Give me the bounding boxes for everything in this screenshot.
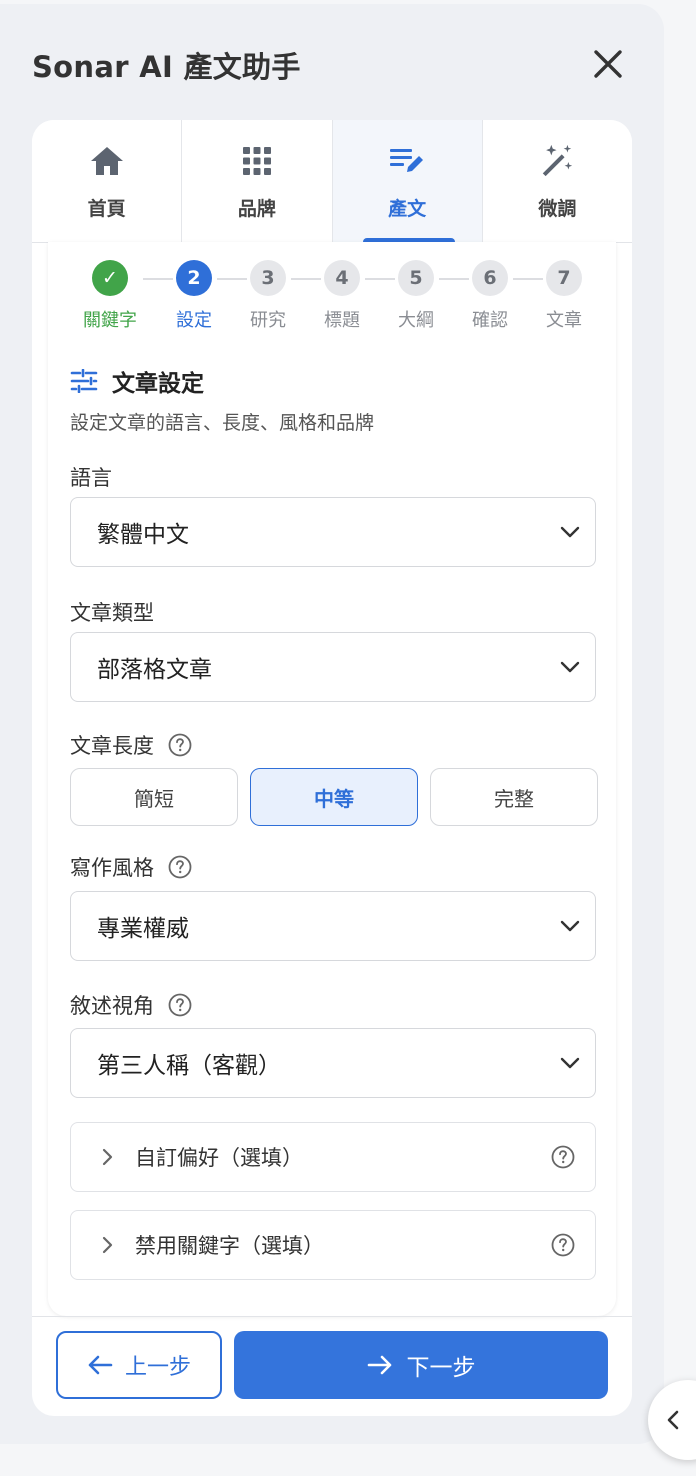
step-article: 7 文章	[529, 260, 599, 332]
article-type-select[interactable]: 部落格文章	[70, 632, 596, 702]
chevron-right-icon	[102, 1148, 113, 1166]
chevron-down-icon	[560, 526, 580, 538]
type-label-text: 文章類型	[70, 601, 154, 625]
magic-wand-icon	[543, 144, 573, 177]
step-research: 3 研究	[233, 260, 303, 332]
check-icon: ✓	[92, 260, 128, 296]
back-button[interactable]: 上一步	[56, 1331, 222, 1399]
style-label-text: 寫作風格	[70, 856, 154, 880]
step-keywords[interactable]: ✓ 關鍵字	[75, 260, 145, 332]
step-label: 設定	[176, 310, 212, 331]
close-icon	[594, 50, 622, 78]
main-card: 首頁 品牌 產文 微調 ✓ 關鍵字 2 設定 3 研究 4 標題 5 大綱 6 …	[32, 120, 632, 1416]
style-label: 寫作風格	[70, 852, 192, 882]
help-icon[interactable]	[168, 855, 192, 879]
length-short-option[interactable]: 簡短	[70, 768, 238, 826]
custom-preferences-label: 自訂偏好（選填）	[135, 1146, 303, 1170]
tab-bar: 首頁 品牌 產文 微調	[32, 120, 632, 243]
help-icon[interactable]	[551, 1145, 575, 1169]
panel-title: Sonar AI 產文助手	[32, 50, 301, 84]
footer-divider	[32, 1316, 632, 1317]
language-select[interactable]: 繁體中文	[70, 497, 596, 567]
tab-brand[interactable]: 品牌	[182, 120, 333, 242]
length-label: 文章長度	[70, 730, 192, 760]
section-description: 設定文章的語言、長度、風格和品牌	[70, 412, 375, 434]
step-label: 關鍵字	[83, 310, 137, 331]
progress-stepper: ✓ 關鍵字 2 設定 3 研究 4 標題 5 大綱 6 確認 7 文章	[48, 260, 616, 340]
perspective-select[interactable]: 第三人稱（客觀）	[70, 1028, 596, 1098]
help-icon[interactable]	[551, 1233, 575, 1257]
step-number: 2	[176, 260, 212, 296]
language-label-text: 語言	[70, 466, 112, 490]
step-settings[interactable]: 2 設定	[159, 260, 229, 332]
step-number: 7	[546, 260, 582, 296]
step-label: 確認	[472, 310, 508, 331]
close-button[interactable]	[588, 44, 628, 84]
tab-brand-label: 品牌	[237, 198, 276, 220]
help-icon[interactable]	[168, 733, 192, 757]
tab-write-label: 產文	[388, 198, 427, 220]
arrow-right-icon	[367, 1355, 391, 1375]
sliders-icon	[70, 369, 98, 393]
chevron-left-icon	[667, 1410, 679, 1430]
tab-home[interactable]: 首頁	[32, 120, 183, 242]
banned-keywords-collapse[interactable]: 禁用關鍵字（選填）	[70, 1210, 596, 1280]
help-icon[interactable]	[168, 993, 192, 1017]
perspective-value: 第三人稱（客觀）	[97, 1053, 281, 1079]
tab-tune[interactable]: 微調	[482, 120, 632, 242]
step-label: 標題	[324, 310, 360, 331]
article-type-value: 部落格文章	[97, 657, 212, 683]
grid-icon	[242, 147, 271, 175]
step-number: 3	[250, 260, 286, 296]
type-label: 文章類型	[70, 597, 154, 627]
step-label: 研究	[250, 310, 286, 331]
next-button[interactable]: 下一步	[234, 1331, 608, 1399]
chevron-down-icon	[560, 661, 580, 673]
chevron-down-icon	[560, 920, 580, 932]
side-panel: Sonar AI 產文助手 首頁 品牌 產文 微調 ✓ 關鍵字 2 設定 3 研…	[0, 4, 664, 1444]
step-label: 大綱	[398, 310, 434, 331]
perspective-label-text: 敘述視角	[70, 994, 154, 1018]
tab-tune-label: 微調	[538, 198, 577, 220]
tab-write[interactable]: 產文	[332, 120, 483, 243]
perspective-label: 敘述視角	[70, 990, 192, 1020]
chevron-right-icon	[102, 1236, 113, 1254]
write-icon	[390, 149, 424, 172]
settings-content: ✓ 關鍵字 2 設定 3 研究 4 標題 5 大綱 6 確認 7 文章 文章設定…	[48, 242, 616, 1316]
tab-home-label: 首頁	[87, 198, 126, 220]
length-full-option[interactable]: 完整	[430, 768, 598, 826]
length-medium-option[interactable]: 中等	[250, 768, 418, 826]
writing-style-select[interactable]: 專業權威	[70, 891, 596, 961]
section-title: 文章設定	[112, 371, 204, 397]
banned-keywords-label: 禁用關鍵字（選填）	[135, 1234, 324, 1258]
step-confirm: 6 確認	[455, 260, 525, 332]
chevron-down-icon	[560, 1057, 580, 1069]
next-button-label: 下一步	[406, 1355, 476, 1381]
arrow-left-icon	[88, 1355, 113, 1375]
custom-preferences-collapse[interactable]: 自訂偏好（選填）	[70, 1122, 596, 1192]
home-icon	[90, 147, 123, 175]
back-button-label: 上一步	[124, 1355, 191, 1380]
length-label-text: 文章長度	[70, 734, 154, 758]
step-label: 文章	[546, 310, 582, 331]
step-number: 5	[398, 260, 434, 296]
language-label: 語言	[70, 462, 112, 492]
length-segmented-control: 簡短 中等 完整	[70, 768, 598, 826]
language-value: 繁體中文	[97, 522, 189, 548]
step-number: 4	[324, 260, 360, 296]
step-outline: 5 大綱	[381, 260, 451, 332]
step-title: 4 標題	[307, 260, 377, 332]
step-number: 6	[472, 260, 508, 296]
section-header: 文章設定	[70, 364, 204, 398]
writing-style-value: 專業權威	[97, 916, 189, 942]
